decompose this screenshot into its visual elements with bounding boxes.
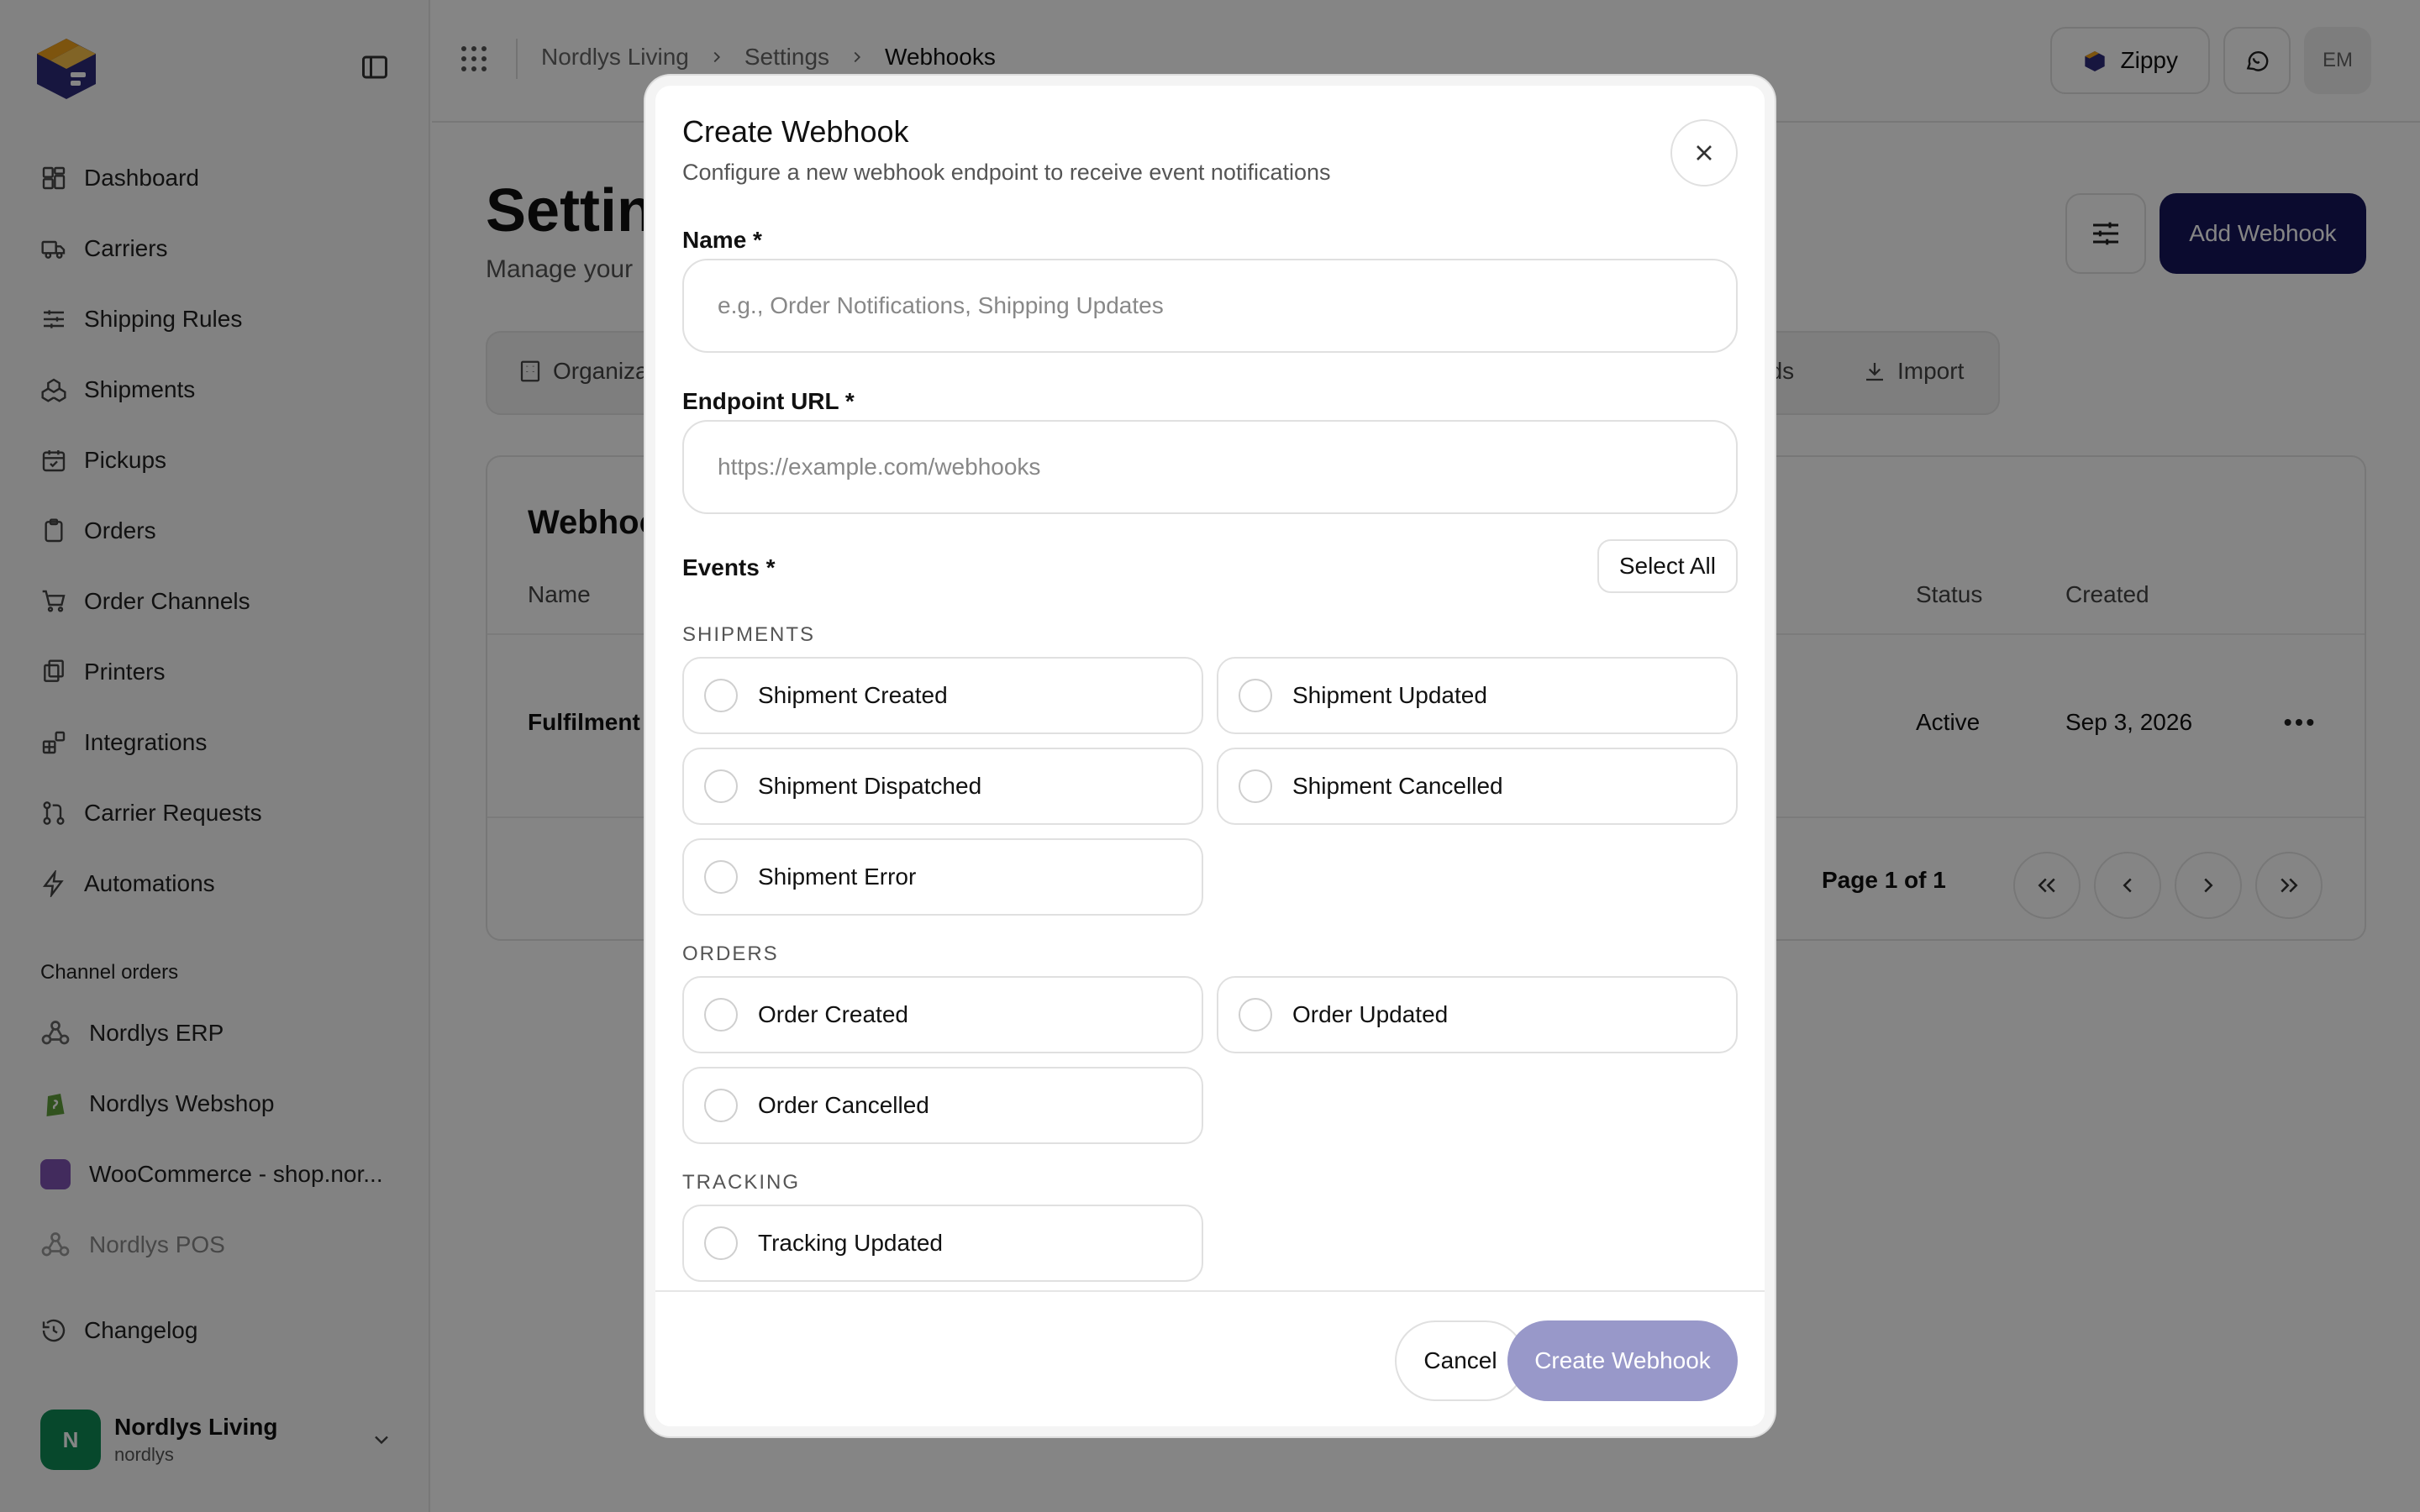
event-order-updated[interactable]: Order Updated [1217, 976, 1738, 1053]
event-label: Shipment Created [758, 682, 948, 708]
event-label: Shipment Dispatched [758, 773, 982, 799]
create-webhook-dialog: Create Webhook Configure a new webhook e… [645, 76, 1775, 1436]
event-tracking-updated[interactable]: Tracking Updated [682, 1205, 1203, 1282]
event-shipment-updated[interactable]: Shipment Updated [1217, 657, 1738, 734]
checkbox[interactable] [704, 1226, 738, 1260]
group-label-shipments: SHIPMENTS [682, 623, 816, 646]
event-label: Tracking Updated [758, 1230, 943, 1256]
event-label: Shipment Updated [1292, 682, 1487, 708]
event-shipment-dispatched[interactable]: Shipment Dispatched [682, 748, 1203, 825]
checkbox[interactable] [704, 860, 738, 894]
create-webhook-button[interactable]: Create Webhook [1507, 1320, 1738, 1401]
cancel-button[interactable]: Cancel [1395, 1320, 1526, 1401]
endpoint-url-input[interactable] [682, 420, 1738, 514]
event-label: Order Updated [1292, 1001, 1449, 1027]
name-label: Name * [682, 227, 762, 253]
events-label: Events * [682, 554, 776, 580]
checkbox[interactable] [704, 1089, 738, 1122]
checkbox[interactable] [1239, 998, 1272, 1032]
select-all-button[interactable]: Select All [1597, 539, 1738, 593]
checkbox[interactable] [1239, 679, 1272, 712]
event-order-cancelled[interactable]: Order Cancelled [682, 1067, 1203, 1144]
dialog-subtitle: Configure a new webhook endpoint to rece… [682, 160, 1331, 185]
dialog-footer: Cancel Create Webhook [655, 1292, 1765, 1426]
close-icon [1697, 145, 1712, 160]
checkbox[interactable] [1239, 769, 1272, 803]
checkbox[interactable] [704, 769, 738, 803]
close-button[interactable] [1670, 119, 1738, 186]
event-shipment-cancelled[interactable]: Shipment Cancelled [1217, 748, 1738, 825]
event-label: Order Created [758, 1001, 908, 1027]
dialog-title: Create Webhook [682, 114, 909, 149]
event-label: Shipment Error [758, 864, 917, 890]
event-shipment-created[interactable]: Shipment Created [682, 657, 1203, 734]
event-shipment-error[interactable]: Shipment Error [682, 838, 1203, 916]
event-label: Shipment Cancelled [1292, 773, 1503, 799]
endpoint-url-label: Endpoint URL * [682, 388, 855, 414]
event-label: Order Cancelled [758, 1092, 929, 1118]
checkbox[interactable] [704, 998, 738, 1032]
checkbox[interactable] [704, 679, 738, 712]
group-label-tracking: TRACKING [682, 1171, 801, 1194]
group-label-orders: ORDERS [682, 942, 779, 965]
dialog-body: Create Webhook Configure a new webhook e… [655, 86, 1765, 1426]
name-input[interactable] [682, 259, 1738, 353]
event-order-created[interactable]: Order Created [682, 976, 1203, 1053]
